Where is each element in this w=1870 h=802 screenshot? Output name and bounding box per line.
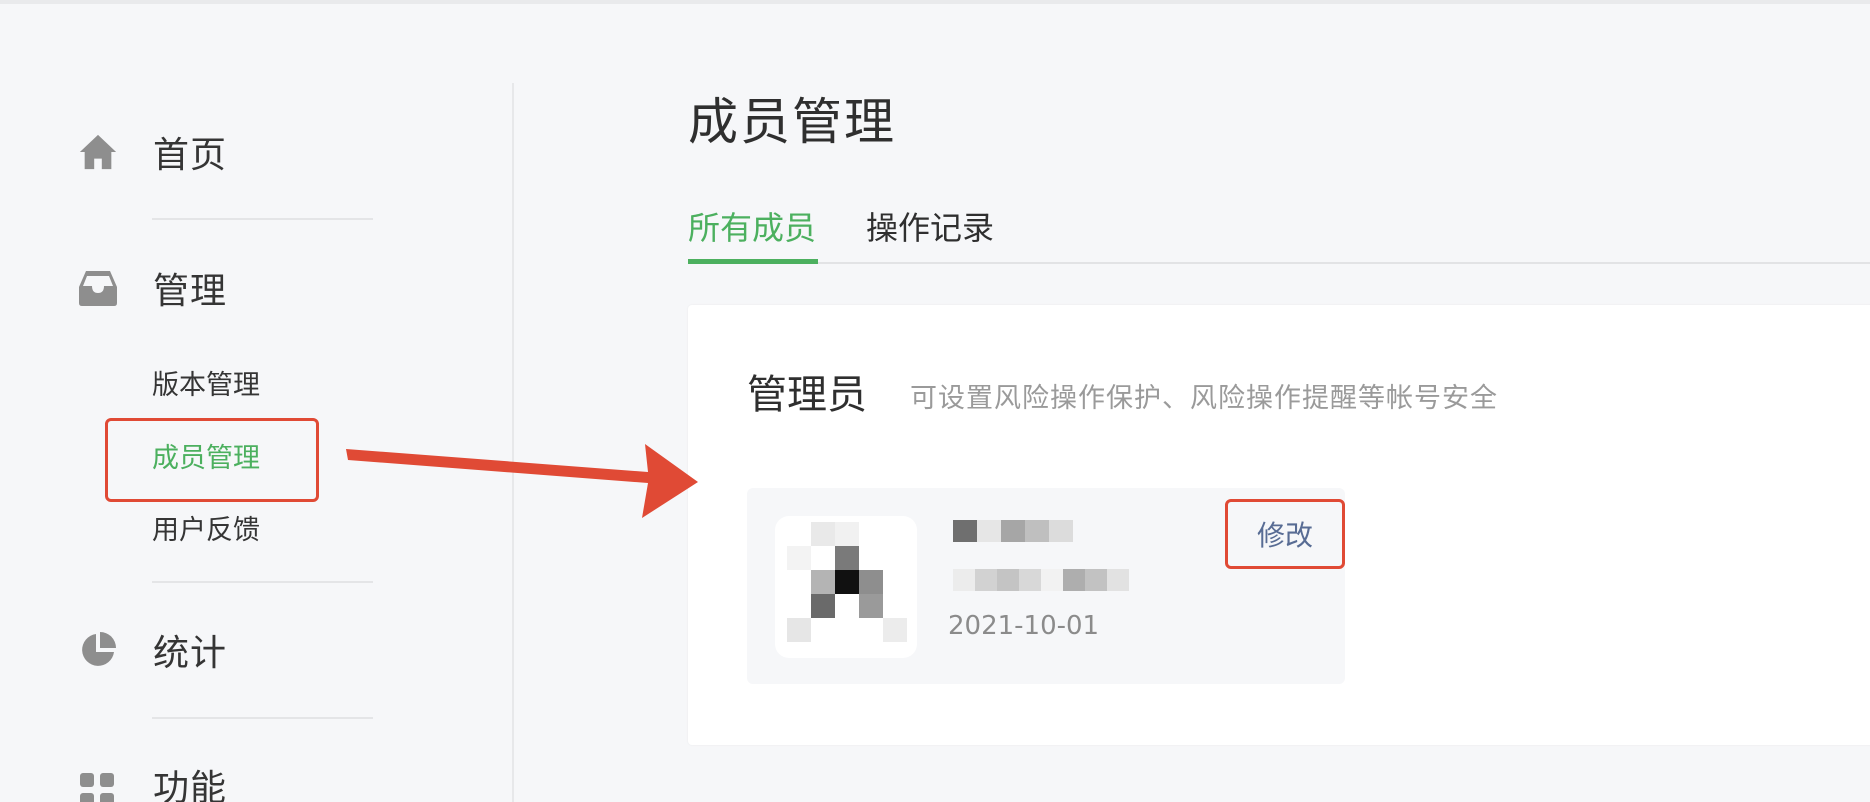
sidebar-divider (152, 717, 373, 719)
sidebar-item-manage[interactable]: 管理 (78, 263, 227, 313)
annotation-highlight-box (105, 418, 319, 502)
sidebar-item-label: 首页 (153, 135, 228, 176)
pie-chart-icon (78, 630, 118, 670)
sidebar-item-label: 统计 (153, 633, 228, 674)
edit-button[interactable]: 修改 (1225, 499, 1345, 569)
inbox-icon (78, 268, 118, 308)
app-window: 首页 管理 版本管理 成员管理 用户反馈 统计 功能 成员管理 所有成员 操作记… (0, 0, 1870, 802)
sidebar: 首页 管理 版本管理 成员管理 用户反馈 统计 功能 (0, 0, 512, 802)
sidebar-divider (152, 218, 373, 220)
tabs-divider (688, 262, 1870, 264)
sidebar-item-statistics[interactable]: 统计 (78, 625, 227, 675)
sidebar-subitem-version[interactable]: 版本管理 (152, 368, 260, 404)
sidebar-item-features[interactable]: 功能 (78, 760, 227, 802)
tab-operation-log[interactable]: 操作记录 (866, 206, 994, 250)
tab-all-members[interactable]: 所有成员 (688, 206, 816, 250)
member-join-date: 2021-10-01 (948, 611, 1100, 641)
home-icon (78, 132, 118, 172)
sidebar-item-label: 管理 (153, 271, 228, 312)
sidebar-divider (152, 581, 373, 583)
sidebar-subitem-feedback[interactable]: 用户反馈 (152, 513, 260, 549)
page-title: 成员管理 (688, 93, 896, 151)
active-tab-indicator (688, 259, 818, 264)
sidebar-item-home[interactable]: 首页 (78, 127, 227, 177)
member-id-redacted (953, 569, 1139, 591)
grid-icon (78, 765, 118, 802)
section-title: 管理员 (747, 372, 867, 418)
member-name-redacted (953, 520, 1073, 542)
section-description: 可设置风险操作保护、风险操作提醒等帐号安全 (910, 383, 1498, 414)
sidebar-border (512, 83, 514, 802)
sidebar-item-label: 功能 (153, 768, 228, 802)
avatar (775, 516, 917, 658)
